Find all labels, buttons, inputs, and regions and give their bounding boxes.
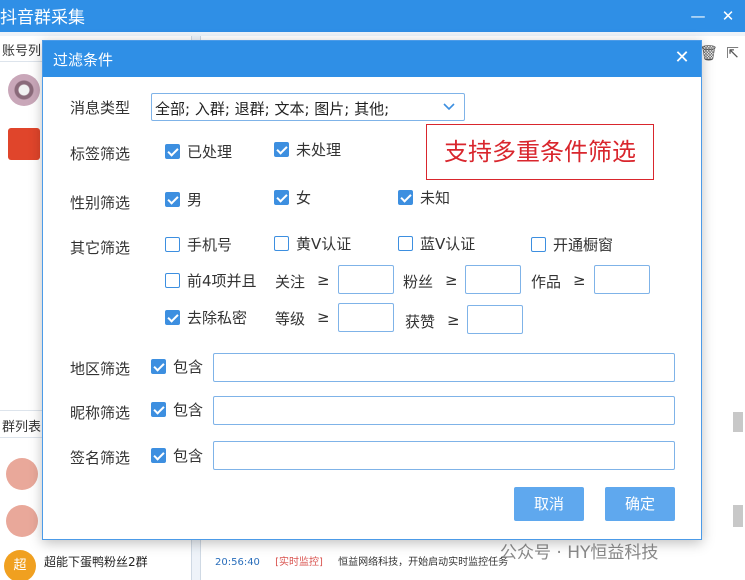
- region-filter-label: 地区筛选: [70, 360, 131, 378]
- gte-symbol: ≥: [447, 311, 460, 329]
- other-filter-label: 其它筛选: [70, 239, 131, 257]
- checkbox-unchecked-icon: [165, 237, 180, 252]
- checkbox-label: 未处理: [296, 141, 342, 159]
- checkbox-checked-icon: [165, 310, 180, 325]
- checkbox-label: 未知: [420, 189, 451, 207]
- follow-min-input[interactable]: [338, 265, 394, 294]
- checkbox-label: 女: [296, 189, 312, 207]
- message-type-select[interactable]: 全部; 入群; 退群; 文本; 图片; 其他;: [151, 93, 465, 121]
- chevron-down-icon: [443, 103, 455, 111]
- avatar[interactable]: [8, 74, 40, 106]
- dialog-titlebar: 过滤条件 ✕: [43, 41, 701, 77]
- checkbox-label: 已处理: [187, 143, 233, 161]
- log-time: 20:56:40: [215, 557, 260, 568]
- works-label: 作品: [531, 273, 562, 291]
- log-message: 恒益网络科技，开始启动实时监控任务: [338, 557, 509, 568]
- checkbox-unchecked-icon: [165, 273, 180, 288]
- checkbox-unchecked-icon: [531, 237, 546, 252]
- minimize-icon[interactable]: —: [686, 4, 710, 28]
- phone-checkbox[interactable]: 手机号: [165, 234, 232, 255]
- tag-filter-label: 标签筛选: [70, 145, 131, 163]
- avatar[interactable]: [6, 458, 38, 490]
- checkbox-checked-icon: [274, 142, 289, 157]
- scrollbar[interactable]: [733, 412, 743, 432]
- checkbox-checked-icon: [151, 359, 166, 374]
- checkbox-label: 蓝V认证: [420, 235, 476, 253]
- signature-contains-checkbox[interactable]: 包含: [151, 445, 203, 466]
- checkbox-checked-icon: [398, 190, 413, 205]
- follow-label: 关注: [275, 273, 306, 291]
- app-titlebar: 抖音群采集 — ✕: [0, 0, 745, 32]
- unprocessed-checkbox[interactable]: 未处理: [274, 139, 341, 160]
- region-input[interactable]: [213, 353, 675, 382]
- nickname-contains-checkbox[interactable]: 包含: [151, 399, 203, 420]
- cancel-button[interactable]: 取消: [514, 487, 584, 521]
- checkbox-checked-icon: [151, 448, 166, 463]
- checkbox-label: 包含: [173, 358, 204, 376]
- watermark: 公众号 · HY恒益科技: [500, 543, 659, 563]
- checkbox-checked-icon: [274, 190, 289, 205]
- gte-symbol: ≥: [573, 271, 586, 289]
- checkbox-unchecked-icon: [274, 236, 289, 251]
- checkbox-label: 去除私密: [187, 309, 248, 327]
- checkbox-checked-icon: [165, 144, 180, 159]
- group-item-name[interactable]: 超能下蛋鸭粉丝2群: [44, 553, 148, 570]
- checkbox-label: 开通橱窗: [553, 236, 614, 254]
- checkbox-label: 前4项并且: [187, 272, 257, 290]
- yellow-v-checkbox[interactable]: 黄V认证: [274, 233, 351, 254]
- gte-symbol: ≥: [317, 308, 330, 326]
- nickname-input[interactable]: [213, 396, 675, 425]
- confirm-button[interactable]: 确定: [605, 487, 675, 521]
- likes-min-input[interactable]: [467, 305, 523, 334]
- male-checkbox[interactable]: 男: [165, 189, 202, 210]
- close-icon[interactable]: ✕: [671, 47, 693, 69]
- unknown-gender-checkbox[interactable]: 未知: [398, 187, 450, 208]
- fans-label: 粉丝: [403, 273, 434, 291]
- region-contains-checkbox[interactable]: 包含: [151, 356, 203, 377]
- avatar[interactable]: [8, 128, 40, 160]
- signature-filter-label: 签名筛选: [70, 449, 131, 467]
- filter-dialog: 过滤条件 ✕ 消息类型 全部; 入群; 退群; 文本; 图片; 其他; 支持多重…: [42, 40, 702, 540]
- dialog-title: 过滤条件: [53, 51, 114, 69]
- message-type-label: 消息类型: [70, 99, 131, 117]
- feature-callout: 支持多重条件筛选: [426, 124, 654, 180]
- scrollbar[interactable]: [733, 505, 743, 527]
- export-icon[interactable]: ⇱: [726, 44, 739, 62]
- fans-min-input[interactable]: [465, 265, 521, 294]
- account-list-label: 账号列: [2, 44, 42, 59]
- panel-toolbar: 🗑 ⇱: [699, 44, 739, 62]
- checkbox-checked-icon: [165, 192, 180, 207]
- remove-private-checkbox[interactable]: 去除私密: [165, 307, 247, 328]
- avatar[interactable]: [6, 505, 38, 537]
- female-checkbox[interactable]: 女: [274, 187, 311, 208]
- nickname-filter-label: 昵称筛选: [70, 404, 131, 422]
- log-tag: [实时监控]: [275, 557, 323, 568]
- signature-input[interactable]: [213, 441, 675, 470]
- log-line: 20:56:40 [实时监控] 恒益网络科技，开始启动实时监控任务: [215, 553, 508, 568]
- gte-symbol: ≥: [317, 271, 330, 289]
- group-list-label: 群列表: [2, 420, 42, 435]
- checkbox-label: 包含: [173, 401, 204, 419]
- works-min-input[interactable]: [594, 265, 650, 294]
- processed-checkbox[interactable]: 已处理: [165, 141, 232, 162]
- showcase-checkbox[interactable]: 开通橱窗: [531, 234, 613, 255]
- group-avatar[interactable]: 超: [4, 550, 36, 580]
- checkbox-label: 黄V认证: [296, 235, 352, 253]
- checkbox-checked-icon: [151, 402, 166, 417]
- checkbox-label: 包含: [173, 447, 204, 465]
- blue-v-checkbox[interactable]: 蓝V认证: [398, 233, 475, 254]
- message-type-value: 全部; 入群; 退群; 文本; 图片; 其他;: [155, 100, 390, 118]
- level-min-input[interactable]: [338, 303, 394, 332]
- delete-icon[interactable]: 🗑: [699, 44, 718, 62]
- gte-symbol: ≥: [445, 271, 458, 289]
- gender-filter-label: 性别筛选: [70, 194, 131, 212]
- checkbox-label: 手机号: [187, 236, 233, 254]
- app-title: 抖音群采集: [0, 8, 85, 28]
- level-label: 等级: [275, 310, 306, 328]
- close-window-icon[interactable]: ✕: [716, 4, 740, 28]
- top4-checkbox[interactable]: 前4项并且: [165, 270, 257, 291]
- checkbox-label: 男: [187, 191, 203, 209]
- checkbox-unchecked-icon: [398, 236, 413, 251]
- likes-label: 获赞: [405, 313, 436, 331]
